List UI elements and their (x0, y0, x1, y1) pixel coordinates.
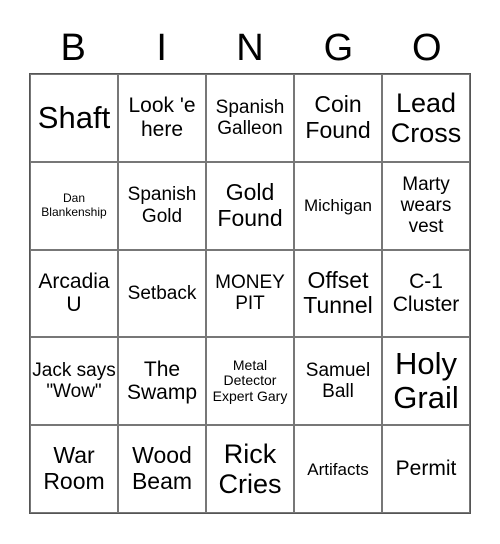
cell-text: Look 'e here (128, 94, 196, 141)
bingo-cell[interactable]: C-1 Cluster (382, 249, 470, 338)
bingo-header: B I N G O (29, 22, 471, 74)
cell-text: Wood Beam (131, 442, 193, 495)
bingo-cell[interactable]: Michigan (294, 161, 382, 250)
bingo-cell[interactable]: Metal Detector Expert Gary (206, 337, 294, 426)
cell-text: Marty wears vest (400, 173, 452, 238)
cell-text: Holy Grail (393, 345, 459, 416)
cell-text: Spanish Galleon (215, 96, 285, 139)
bingo-cell[interactable]: The Swamp (118, 337, 206, 426)
cell-text: Lead Cross (390, 87, 462, 148)
cell-text: C-1 Cluster (392, 269, 460, 317)
bingo-grid: Shaft Look 'e here Spanish Galleon Coin … (29, 73, 471, 514)
bingo-cell[interactable]: Dan Blankenship (30, 161, 118, 250)
bingo-cell[interactable]: Artifacts (294, 425, 382, 513)
cell-text: Samuel Ball (305, 360, 371, 403)
cell-text: Jack says "Wow" (32, 360, 116, 403)
bingo-cell[interactable]: Permit (382, 425, 470, 513)
header-letter-n: N (236, 27, 264, 69)
cell-text: Arcadia U (38, 269, 110, 317)
cell-text: The Swamp (126, 357, 198, 405)
cell-text: Metal Detector Expert Gary (212, 356, 288, 405)
cell-text: Dan Blankenship (41, 191, 107, 219)
bingo-cell[interactable]: Spanish Gold (118, 161, 206, 250)
header-letter-g: G (323, 27, 354, 69)
bingo-cell[interactable]: Setback (118, 249, 206, 338)
bingo-cell[interactable]: MONEY PIT (206, 249, 294, 338)
cell-text: Permit (395, 457, 457, 481)
bingo-cell[interactable]: War Room (30, 425, 118, 513)
cell-text: Shaft (37, 99, 111, 135)
bingo-cell[interactable]: Rick Cries (206, 425, 294, 513)
cell-text: Michigan (303, 196, 373, 216)
cell-text: Coin Found (305, 91, 371, 143)
bingo-cell[interactable]: Shaft (30, 74, 118, 162)
bingo-cell[interactable]: Arcadia U (30, 249, 118, 338)
cell-text: War Room (43, 442, 105, 495)
bingo-cell[interactable]: Jack says "Wow" (30, 337, 118, 426)
bingo-cell[interactable]: Holy Grail (382, 337, 470, 426)
bingo-cell[interactable]: Coin Found (294, 74, 382, 162)
cell-text: Setback (127, 282, 197, 304)
header-letter-b: B (60, 27, 86, 69)
bingo-cell[interactable]: Marty wears vest (382, 161, 470, 250)
cell-text: Spanish Gold (127, 184, 197, 227)
bingo-cell[interactable]: Look 'e here (118, 74, 206, 162)
bingo-cell[interactable]: Lead Cross (382, 74, 470, 162)
bingo-cell[interactable]: Offset Tunnel (294, 249, 382, 338)
bingo-cell[interactable]: Gold Found (206, 161, 294, 250)
header-letter-i: I (156, 27, 167, 69)
cell-text: Offset Tunnel (303, 266, 373, 319)
bingo-cell[interactable]: Spanish Galleon (206, 74, 294, 162)
cell-text: Rick Cries (218, 438, 282, 500)
header-letter-o: O (412, 27, 442, 69)
cell-text: MONEY PIT (215, 272, 285, 315)
bingo-cell[interactable]: Samuel Ball (294, 337, 382, 426)
cell-text: Gold Found (217, 178, 283, 231)
bingo-cell[interactable]: Wood Beam (118, 425, 206, 513)
cell-text: Artifacts (307, 459, 369, 479)
